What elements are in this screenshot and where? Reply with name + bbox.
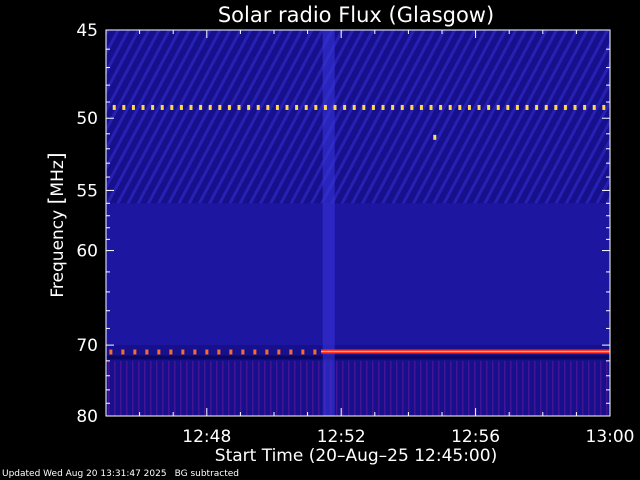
- emission-dot: [179, 104, 183, 110]
- emission-dot: [181, 349, 185, 355]
- emission-dot: [277, 349, 281, 355]
- x-tick-label: 12:56: [451, 427, 500, 447]
- emission-dot: [289, 349, 293, 355]
- emission-dot: [205, 349, 209, 355]
- dark-gap-band: [106, 355, 610, 360]
- emission-dot: [121, 349, 125, 355]
- x-tick-label: 12:48: [182, 427, 231, 447]
- footer: Updated Wed Aug 20 13:31:47 2025 BG subtr…: [2, 469, 239, 479]
- emission-dot: [477, 104, 481, 110]
- emission-dot: [496, 104, 500, 110]
- emission-dot: [157, 349, 161, 355]
- emission-dot: [602, 104, 606, 110]
- emission-dot: [343, 104, 347, 110]
- texture-lower: [106, 360, 610, 416]
- emission-dot: [592, 104, 596, 110]
- interference-column: [322, 30, 335, 416]
- emission-dot: [400, 104, 404, 110]
- emission-dot: [229, 349, 233, 355]
- emission-dot: [323, 104, 327, 110]
- emission-dot: [218, 104, 222, 110]
- emission-dot: [145, 349, 149, 355]
- y-tick-label: 80: [76, 407, 98, 427]
- emission-dot: [265, 349, 269, 355]
- texture-middle: [106, 203, 610, 346]
- emission-dot: [109, 349, 113, 355]
- emission-dot: [381, 104, 385, 110]
- emission-dot: [189, 104, 193, 110]
- emission-dot: [458, 104, 462, 110]
- emission-dot: [419, 104, 423, 110]
- x-tick-label: 12:52: [317, 427, 366, 447]
- y-axis-label-bracket-close: ]: [44, 152, 68, 160]
- plot-area: [106, 30, 610, 416]
- emission-dot: [301, 349, 305, 355]
- emission-dot: [295, 104, 299, 110]
- emission-dot: [333, 104, 337, 110]
- emission-dot: [535, 104, 539, 110]
- emission-dot: [160, 104, 164, 110]
- y-tick-label: 60: [76, 242, 98, 262]
- emission-dot: [525, 104, 529, 110]
- solid-emission-line-core: [321, 351, 610, 353]
- emission-dot: [237, 104, 241, 110]
- footer-updated: Updated Wed Aug 20 13:31:47 2025: [2, 469, 167, 479]
- emission-dot: [515, 104, 519, 110]
- emission-dot: [133, 349, 137, 355]
- y-tick-label: 70: [76, 336, 98, 356]
- emission-dot: [227, 104, 231, 110]
- texture-upper: [106, 30, 610, 204]
- y-axis-label-main: Frequency: [48, 204, 68, 297]
- emission-dot: [314, 104, 318, 110]
- emission-dot: [467, 104, 471, 110]
- x-axis-label: Start Time (20–Aug–25 12:45:00): [215, 446, 497, 466]
- y-axis-label: Frequency [MHz]: [44, 152, 68, 297]
- emission-dot: [193, 349, 197, 355]
- emission-dot: [313, 349, 317, 355]
- y-tick-label: 50: [76, 109, 98, 129]
- emission-dot: [208, 104, 212, 110]
- emission-point: [433, 134, 437, 140]
- emission-dot: [241, 349, 245, 355]
- emission-dot: [487, 104, 491, 110]
- emission-dot: [266, 104, 270, 110]
- emission-dot: [256, 104, 260, 110]
- emission-dot: [554, 104, 558, 110]
- footer-note: BG subtracted: [174, 469, 240, 479]
- y-tick-label: 55: [76, 181, 98, 201]
- chart-title: Solar radio Flux (Glasgow): [218, 3, 494, 27]
- emission-dot: [429, 104, 433, 110]
- emission-dot: [285, 104, 289, 110]
- emission-dot: [247, 104, 251, 110]
- emission-dot: [563, 104, 567, 110]
- emission-dot: [169, 349, 173, 355]
- emission-dot: [217, 349, 221, 355]
- emission-dot: [573, 104, 577, 110]
- emission-dot: [544, 104, 548, 110]
- emission-dot: [304, 104, 308, 110]
- emission-dot: [506, 104, 510, 110]
- emission-dot: [122, 104, 126, 110]
- emission-dot: [275, 104, 279, 110]
- emission-dot: [371, 104, 375, 110]
- emission-dot: [583, 104, 587, 110]
- spectrogram-chart: 12:48 12:52 12:56 13:00 45 50 55 60 70 80 Solar r…: [44, 3, 635, 466]
- emission-dot: [362, 104, 366, 110]
- x-tick-label: 13:00: [586, 427, 635, 447]
- emission-dot: [439, 104, 443, 110]
- y-axis-label-unit: MHz: [48, 160, 68, 196]
- y-tick-label: 45: [76, 21, 98, 41]
- emission-dot: [112, 104, 116, 110]
- emission-dot: [410, 104, 414, 110]
- emission-dot: [151, 104, 155, 110]
- emission-dot: [141, 104, 145, 110]
- emission-dot: [352, 104, 356, 110]
- emission-dot: [199, 104, 203, 110]
- emission-dot: [131, 104, 135, 110]
- y-axis-label-bracket-open: [: [44, 197, 68, 205]
- emission-dot: [448, 104, 452, 110]
- emission-dot: [391, 104, 395, 110]
- emission-dot: [170, 104, 174, 110]
- emission-dot: [253, 349, 257, 355]
